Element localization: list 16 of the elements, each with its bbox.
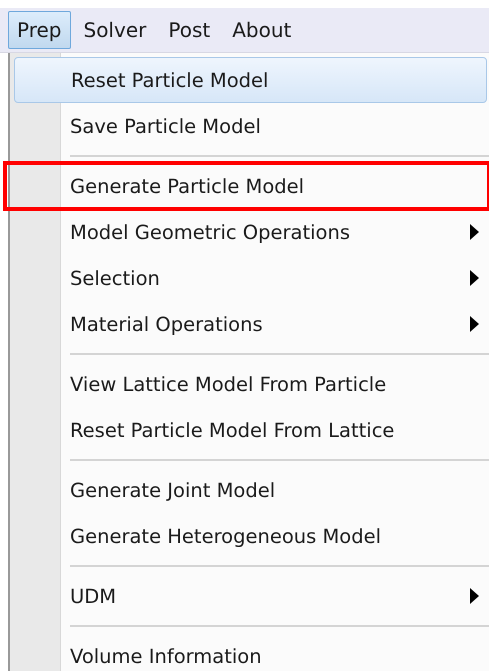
menu-bar-item[interactable]: About [223,11,300,49]
menu-item[interactable]: Save Particle Model [10,103,489,149]
menu-bar-item[interactable]: Prep [8,11,70,49]
menu-item[interactable]: Reset Particle Model From Lattice [10,407,489,453]
menu-item[interactable]: Selection [10,255,489,301]
menu-item[interactable]: Generate Particle Model [5,163,489,209]
menu-item[interactable]: Generate Joint Model [10,467,489,513]
menu-item[interactable]: UDM [10,573,489,619]
menu-item[interactable]: Generate Heterogeneous Model [10,513,489,559]
menu-item[interactable]: Model Geometric Operations [10,209,489,255]
menu-bar-item[interactable]: Solver [74,11,156,49]
menu-item[interactable]: Material Operations [10,301,489,347]
menu-bar-item[interactable]: Post [159,11,220,49]
menu-item[interactable]: Reset Particle Model [14,57,487,103]
menu-item[interactable]: Volume Information [10,633,489,671]
menu-item[interactable]: View Lattice Model From Particle [10,361,489,407]
